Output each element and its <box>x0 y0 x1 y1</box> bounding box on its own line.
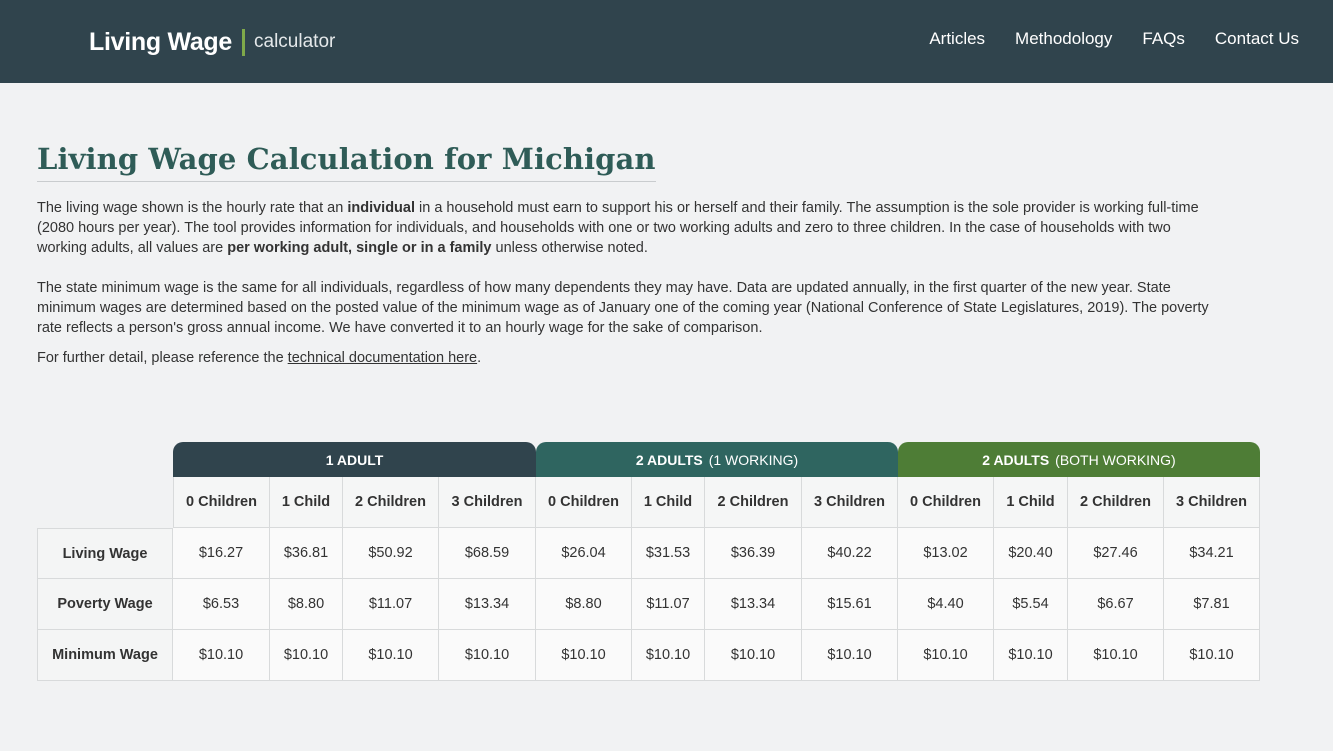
nav-faqs[interactable]: FAQs <box>1142 29 1185 49</box>
column-header: 0 Children <box>173 477 270 528</box>
table-cell: $10.10 <box>994 630 1068 681</box>
group-header-2-adults-1-working: 2 ADULTS (1 WORKING) <box>536 442 898 477</box>
table-cell: $10.10 <box>1164 630 1260 681</box>
table-corner <box>37 477 173 528</box>
page-title: Living Wage Calculation for Michigan <box>37 142 656 182</box>
intro-emphasis-per-adult: per working adult, single or in a family <box>227 240 492 256</box>
table-cell: $6.53 <box>173 579 270 630</box>
logo-divider <box>242 28 246 56</box>
column-header: 1 Child <box>632 477 705 528</box>
table-cell: $13.34 <box>439 579 536 630</box>
nav-methodology[interactable]: Methodology <box>1015 29 1112 49</box>
table-cell: $8.80 <box>270 579 343 630</box>
column-header: 1 Child <box>270 477 343 528</box>
column-header: 2 Children <box>705 477 802 528</box>
column-header: 1 Child <box>994 477 1068 528</box>
intro-emphasis-individual: individual <box>347 200 415 216</box>
column-header: 3 Children <box>439 477 536 528</box>
logo-main-text: Living Wage <box>89 27 233 56</box>
table-cell: $10.10 <box>343 630 439 681</box>
intro-text: For further detail, please reference the <box>37 350 288 366</box>
intro-paragraph-3: For further detail, please reference the… <box>37 348 1217 368</box>
table-corner <box>37 442 173 477</box>
column-header: 2 Children <box>1068 477 1164 528</box>
column-header: 2 Children <box>343 477 439 528</box>
intro-paragraph-1: The living wage shown is the hourly rate… <box>37 198 1217 258</box>
group-label: 2 ADULTS <box>635 451 703 468</box>
table-cell: $10.10 <box>1068 630 1164 681</box>
row-header: Minimum Wage <box>37 630 173 681</box>
table-row-living-wage: Living Wage $16.27 $36.81 $50.92 $68.59 … <box>37 528 1260 579</box>
table-cell: $6.67 <box>1068 579 1164 630</box>
table-cell: $10.10 <box>632 630 705 681</box>
group-header-2-adults-both-working: 2 ADULTS (BOTH WORKING) <box>898 442 1260 477</box>
table-cell: $31.53 <box>632 528 705 579</box>
table-cell: $15.61 <box>802 579 898 630</box>
technical-documentation-link[interactable]: technical documentation here <box>288 350 477 366</box>
table-cell: $11.07 <box>632 579 705 630</box>
table-cell: $10.10 <box>270 630 343 681</box>
table-cell: $8.80 <box>536 579 632 630</box>
table-cell: $10.10 <box>898 630 994 681</box>
living-wage-table: 1 ADULT 2 ADULTS (1 WORKING) 2 ADULTS (BOT… <box>37 442 1260 681</box>
table-cell: $26.04 <box>536 528 632 579</box>
logo-sub-text: calculator <box>254 31 336 52</box>
table-cell: $10.10 <box>536 630 632 681</box>
table-cell: $10.10 <box>173 630 270 681</box>
group-label: 2 ADULTS <box>982 451 1050 468</box>
table-cell: $40.22 <box>802 528 898 579</box>
intro-paragraph-2: The state minimum wage is the same for a… <box>37 280 1209 336</box>
table-cell: $68.59 <box>439 528 536 579</box>
intro-text: . <box>477 350 482 366</box>
site-header: Living Wage calculator Articles Methodol… <box>0 0 1333 83</box>
nav-contact-us[interactable]: Contact Us <box>1215 29 1299 49</box>
group-label: 1 ADULT <box>325 451 384 468</box>
table-cell: $10.10 <box>705 630 802 681</box>
table-cell: $36.81 <box>270 528 343 579</box>
table-cell: $5.54 <box>994 579 1068 630</box>
table-cell: $11.07 <box>343 579 439 630</box>
table-cell: $10.10 <box>802 630 898 681</box>
table-cell: $10.10 <box>439 630 536 681</box>
row-header: Poverty Wage <box>37 579 173 630</box>
main-nav: Articles Methodology FAQs Contact Us <box>899 29 1299 49</box>
table-cell: $13.34 <box>705 579 802 630</box>
table-cell: $20.40 <box>994 528 1068 579</box>
table-cell: $34.21 <box>1164 528 1260 579</box>
table-cell: $7.81 <box>1164 579 1260 630</box>
table-cell: $50.92 <box>343 528 439 579</box>
group-header-1-adult: 1 ADULT <box>173 442 536 477</box>
column-header: 0 Children <box>898 477 994 528</box>
table-row-minimum-wage: Minimum Wage $10.10 $10.10 $10.10 $10.10… <box>37 630 1260 681</box>
table-cell: $16.27 <box>173 528 270 579</box>
table-cell: $4.40 <box>898 579 994 630</box>
table-cell: $27.46 <box>1068 528 1164 579</box>
intro-text: The living wage shown is the hourly rate… <box>37 200 348 216</box>
group-sublabel: (BOTH WORKING) <box>1055 451 1176 468</box>
column-header: 3 Children <box>1164 477 1260 528</box>
column-header: 0 Children <box>536 477 632 528</box>
intro-text: unless otherwise noted. <box>491 240 648 256</box>
row-header: Living Wage <box>37 528 173 579</box>
table-cell: $36.39 <box>705 528 802 579</box>
column-header: 3 Children <box>802 477 898 528</box>
nav-articles[interactable]: Articles <box>929 29 985 49</box>
table-row-poverty-wage: Poverty Wage $6.53 $8.80 $11.07 $13.34 $… <box>37 579 1260 630</box>
table-cell: $13.02 <box>898 528 994 579</box>
site-logo[interactable]: Living Wage calculator <box>89 26 335 58</box>
group-sublabel: (1 WORKING) <box>708 451 799 468</box>
